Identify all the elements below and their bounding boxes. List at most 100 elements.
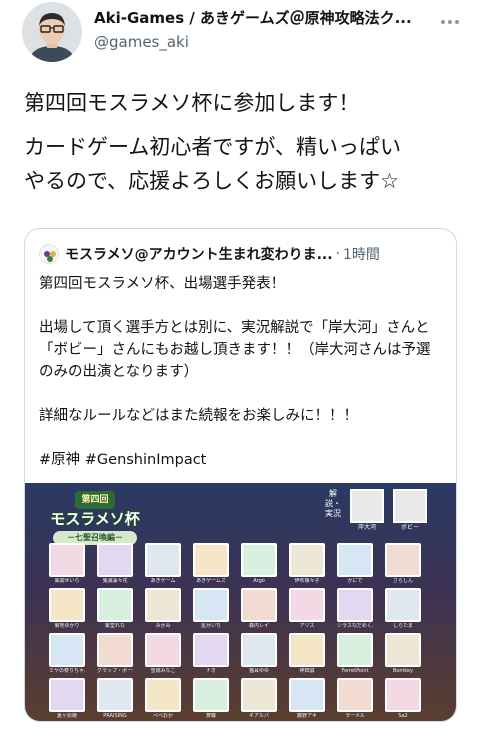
player-name: みかみ xyxy=(155,623,171,629)
quoted-tweet-header: モスラメソ@アカウント生まれ変わりま... · 1時間 xyxy=(39,243,442,265)
player-card: 鬼滅凜々花 xyxy=(97,543,133,585)
player-portrait xyxy=(385,543,421,577)
player-portrait xyxy=(145,678,181,712)
tweet-line: カードゲーム初心者ですが、精いっぱい xyxy=(24,135,401,159)
player-card: 森内レイ xyxy=(241,588,277,630)
player-portrait xyxy=(145,543,181,577)
player-portrait xyxy=(337,633,373,667)
player-portrait xyxy=(241,588,277,622)
commentator-name: ボビー xyxy=(400,524,419,531)
player-card: ラーメル xyxy=(337,678,373,720)
player-name: ミヤの祭りちゃん xyxy=(49,668,85,674)
player-name: 風間せいら xyxy=(54,578,80,584)
player-portrait xyxy=(289,633,325,667)
quoted-paragraph: 出場して頂く選手方とは別に、実況解説で「岸大河」さんと「ボビー」さんにもお越し頂… xyxy=(39,320,431,380)
player-card: 星月いち xyxy=(193,588,229,630)
hashtags[interactable]: #原神 #GenshinImpact xyxy=(39,449,444,471)
quoted-author-name[interactable]: モスラメソ@アカウント生まれ変わりま... xyxy=(65,244,333,264)
author-handle[interactable]: @games_aki xyxy=(94,32,434,52)
player-card: 猫耳ゆゆ xyxy=(241,633,277,675)
tournament-logo: 第四回 モスラメソ杯 －七聖召喚編－ xyxy=(43,491,147,547)
player-card: あきゲーム xyxy=(145,543,181,585)
quoted-timestamp[interactable]: 1時間 xyxy=(343,244,380,264)
player-name: アリス xyxy=(299,623,315,629)
player-name: 斉藤 xyxy=(205,713,216,719)
player-name: 菊地ゆかり xyxy=(54,623,80,629)
player-name: 森内レイ xyxy=(248,623,269,629)
player-portrait xyxy=(289,543,325,577)
logo-top-text: 第四回 xyxy=(75,491,115,509)
player-card: ぺぺおか xyxy=(145,678,181,720)
player-portrait xyxy=(385,633,421,667)
player-card: グラップ・ポーション xyxy=(97,633,133,675)
player-portrait xyxy=(49,543,85,577)
player-card: ミヤの祭りちゃん xyxy=(49,633,85,675)
quoted-author-avatar-image xyxy=(40,245,58,263)
player-portrait xyxy=(241,633,277,667)
player-portrait xyxy=(241,543,277,577)
player-card: Argo xyxy=(241,543,277,585)
player-portrait xyxy=(337,543,373,577)
more-options-icon[interactable] xyxy=(436,12,464,32)
author-avatar[interactable] xyxy=(22,2,82,62)
player-portrait xyxy=(97,588,133,622)
player-name: 夏ヶ原綾 xyxy=(56,713,77,719)
player-name: ナオ xyxy=(205,668,216,674)
player-portrait xyxy=(193,633,229,667)
player-name: しらたま xyxy=(393,623,413,629)
player-name: さらしん xyxy=(392,578,413,584)
player-name: 猫耳ゆゆ xyxy=(248,668,269,674)
quoted-tweet[interactable]: モスラメソ@アカウント生まれ変わりま... · 1時間 第四回モスラメソ杯、出場… xyxy=(24,228,457,722)
player-card: ナオ xyxy=(193,633,229,675)
player-card: 神田誠 xyxy=(289,633,325,675)
player-card: Sa2 xyxy=(385,678,421,720)
player-name: グラップ・ポーション xyxy=(97,668,133,674)
player-card: 藤野アキ xyxy=(289,678,325,720)
player-card: 夏ヶ原綾 xyxy=(49,678,85,720)
player-card: アリス xyxy=(289,588,325,630)
player-portrait xyxy=(49,633,85,667)
player-card: 伊吹萌々子 xyxy=(289,543,325,585)
player-name: 神田誠 xyxy=(299,668,315,674)
quoted-paragraph: 詳細なルールなどはまた続報をお楽しみに！！！ xyxy=(39,408,358,424)
commentary-label: 解説・実況 xyxy=(325,489,341,518)
player-portrait xyxy=(49,678,85,712)
quoted-tweet-text: 第四回モスラメソ杯、出場選手発表！ 出場して頂く選手方とは別に、実況解説で「岸大… xyxy=(39,273,444,471)
player-name: Argo xyxy=(253,578,265,584)
commentator-portrait xyxy=(350,489,384,523)
player-portrait xyxy=(193,543,229,577)
player-name: 藤野アキ xyxy=(296,713,317,719)
player-name: FerretPoint xyxy=(341,668,369,674)
player-name: 雪城みなこ xyxy=(150,668,176,674)
player-portrait xyxy=(97,633,133,667)
player-card: あきゲームズ xyxy=(193,543,229,585)
player-name: 星月いち xyxy=(200,623,221,629)
player-name: ラーメル xyxy=(345,713,365,719)
player-name: 鬼滅凜々花 xyxy=(102,578,128,584)
quoted-author-avatar xyxy=(39,244,59,264)
player-name: あきゲームズ xyxy=(196,578,226,584)
player-portrait xyxy=(337,678,373,712)
player-card: シラスなだめくん xyxy=(337,588,373,630)
player-portrait xyxy=(337,588,373,622)
tweet-line: やるので、応援よろしくお願いします☆ xyxy=(24,169,399,193)
player-portrait xyxy=(289,678,325,712)
author-display-name[interactable]: Aki-Games / あきゲームズ＠原神攻略法ク... xyxy=(94,8,434,28)
player-name: Bomkey xyxy=(392,668,414,674)
player-card: FerretPoint xyxy=(337,633,373,675)
player-name: あきゲーム xyxy=(150,578,176,584)
player-portrait xyxy=(385,678,421,712)
player-name: Sa2 xyxy=(398,713,408,719)
commentator: ボビー xyxy=(393,489,427,535)
player-card: Bomkey xyxy=(385,633,421,675)
tournament-image[interactable]: 第四回 モスラメソ杯 －七聖召喚編－ 解説・実況 岸大河 ボビー 風間せいら 鬼滅… xyxy=(25,483,456,721)
player-name: ギアルバ xyxy=(249,713,269,719)
player-name: ぺぺおか xyxy=(152,713,173,719)
tweet-line: 第四回モスラメソ杯に参加します！ xyxy=(24,91,360,115)
player-name: PRAISING xyxy=(103,713,127,719)
separator-dot: · xyxy=(335,246,340,262)
commentator-name: 岸大河 xyxy=(357,524,376,531)
player-name: 紫堂れな xyxy=(104,623,125,629)
player-portrait xyxy=(385,588,421,622)
player-portrait xyxy=(193,678,229,712)
